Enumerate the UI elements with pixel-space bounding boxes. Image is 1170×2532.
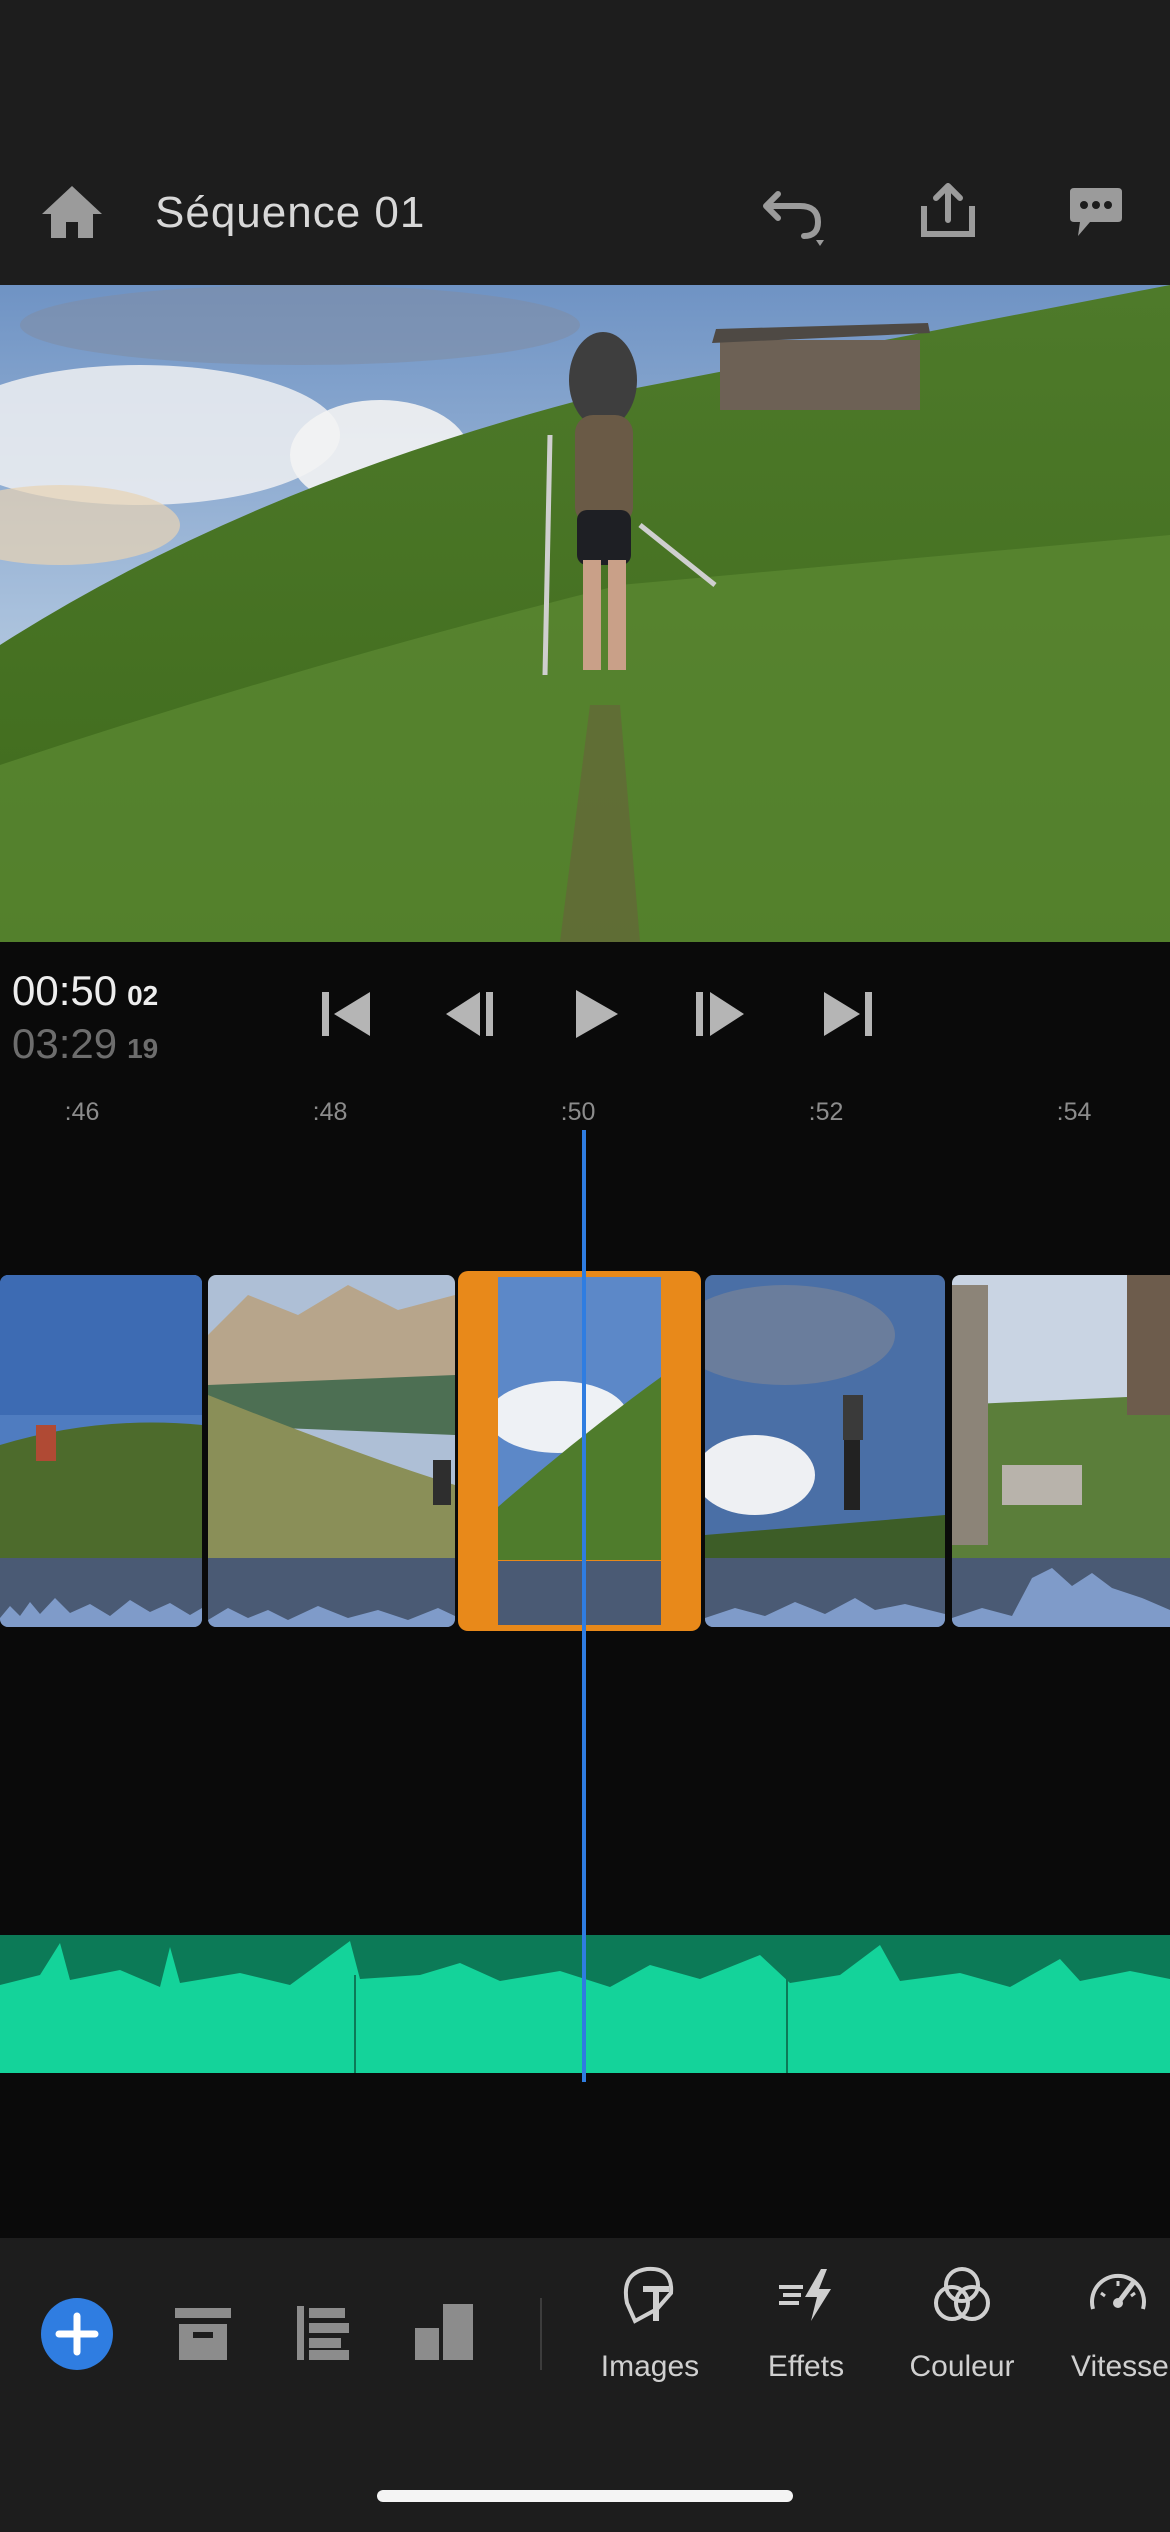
clip-audio-waveform xyxy=(952,1558,1170,1627)
ruler-tick: :46 xyxy=(64,1098,100,1126)
clip-thumbnail xyxy=(0,1275,202,1558)
skip-to-end-icon[interactable] xyxy=(820,988,876,1040)
timeline-clip[interactable] xyxy=(952,1275,1170,1627)
preview-frame-image xyxy=(0,285,1170,942)
duration-time: 03:29 xyxy=(12,1020,118,1067)
clip-thumbnail xyxy=(208,1275,455,1558)
tool-label: Images xyxy=(600,2350,700,2383)
clip-thumbnail xyxy=(498,1277,661,1560)
titles-icon xyxy=(624,2266,674,2324)
feedback-icon[interactable] xyxy=(1068,184,1124,240)
tool-label: Effets xyxy=(767,2350,845,2383)
clip-thumbnail xyxy=(952,1275,1170,1558)
effects-icon xyxy=(779,2269,831,2321)
share-icon[interactable] xyxy=(918,180,978,240)
tool-images[interactable]: Images xyxy=(575,2263,725,2384)
align-left-icon[interactable] xyxy=(295,2304,351,2362)
skip-to-start-icon[interactable] xyxy=(318,988,374,1040)
step-forward-icon[interactable] xyxy=(692,988,748,1040)
ruler-tick: :54 xyxy=(1056,1098,1092,1126)
layers-icon[interactable] xyxy=(413,2302,475,2362)
tool-speed[interactable]: Vitesse xyxy=(1043,2263,1170,2384)
archive-icon[interactable] xyxy=(173,2306,233,2362)
undo-icon[interactable] xyxy=(760,182,832,248)
current-timecode: 00:50 02 xyxy=(12,967,158,1015)
playhead[interactable] xyxy=(582,1130,586,2082)
tool-effects[interactable]: Effets xyxy=(731,2263,881,2384)
timeline-clip[interactable] xyxy=(0,1275,202,1627)
clip-audio-waveform xyxy=(0,1558,202,1627)
step-back-icon[interactable] xyxy=(442,988,498,1040)
video-preview[interactable] xyxy=(0,285,1170,942)
clip-audio-waveform xyxy=(208,1558,455,1627)
ruler-tick: :52 xyxy=(808,1098,844,1126)
current-time: 00:50 xyxy=(12,967,118,1014)
color-icon xyxy=(934,2267,990,2321)
add-icon[interactable] xyxy=(41,2298,113,2370)
ruler-tick: :48 xyxy=(312,1098,348,1126)
top-bar: Séquence 01 xyxy=(0,0,1170,285)
speed-icon xyxy=(1090,2273,1146,2310)
clip-audio-waveform xyxy=(705,1558,945,1627)
current-frame: 02 xyxy=(127,980,159,1011)
sequence-title[interactable]: Séquence 01 xyxy=(155,188,425,238)
play-icon[interactable] xyxy=(570,986,622,1042)
clip-audio-waveform xyxy=(498,1561,661,1625)
tool-label: Couleur xyxy=(909,2350,1015,2383)
toolbar-divider xyxy=(540,2298,542,2370)
timeline-clip[interactable] xyxy=(208,1275,455,1627)
selected-timeline-clip[interactable] xyxy=(458,1271,701,1631)
tool-color[interactable]: Couleur xyxy=(887,2263,1037,2384)
home-icon[interactable] xyxy=(40,182,104,240)
duration-timecode: 03:29 19 xyxy=(12,1020,158,1068)
duration-frame: 19 xyxy=(127,1033,159,1064)
tool-label: Vitesse xyxy=(1071,2350,1169,2383)
ruler-tick: :50 xyxy=(560,1098,596,1126)
home-indicator[interactable] xyxy=(377,2490,793,2502)
clip-thumbnail xyxy=(705,1275,945,1558)
timeline-clip[interactable] xyxy=(705,1275,945,1627)
